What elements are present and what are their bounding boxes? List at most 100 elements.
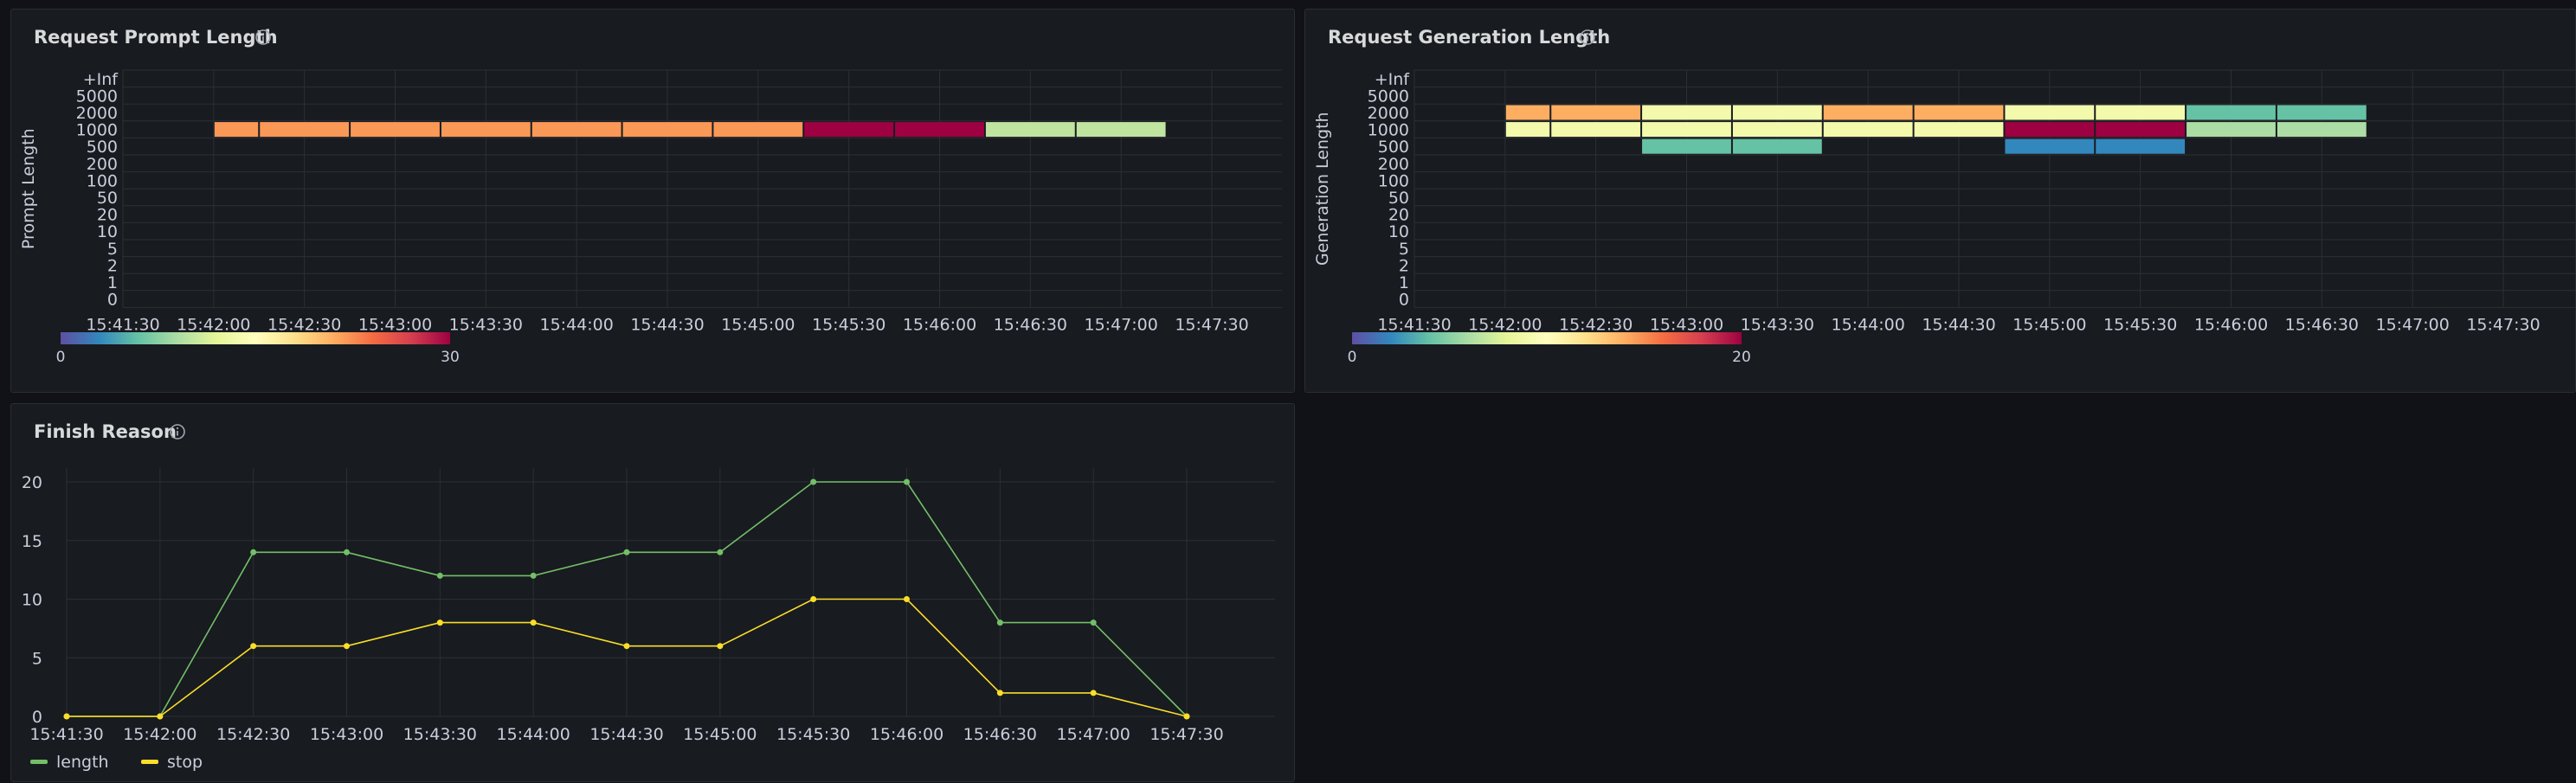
x-tick-label: 15:46:30 — [2285, 315, 2359, 334]
heatmap-cell — [1914, 105, 2004, 120]
heatmap-cell — [895, 122, 984, 138]
x-tick-label: 15:45:30 — [2103, 315, 2177, 334]
x-tick-label: 15:41:30 — [86, 315, 159, 334]
y-axis-label: Prompt Length — [19, 128, 38, 249]
x-tick-label: 15:47:30 — [1175, 315, 1248, 334]
finish-reason-panel: Finish Reason 0 5 10 15 20 15:41:30 15:42:00 15… — [10, 403, 1295, 782]
heatmap-cell — [441, 122, 531, 138]
y-tick-label: 100 — [1378, 171, 1409, 190]
y-tick-label: +Inf — [83, 70, 119, 89]
color-scale-min-label: 0 — [56, 349, 66, 366]
y-tick-label: 500 — [1378, 138, 1409, 157]
y-tick-label: 10 — [1388, 222, 1409, 241]
x-tick-label: 15:42:00 — [1468, 315, 1542, 334]
heatmap-cell — [1732, 105, 1822, 120]
y-axis-label: Generation Length — [1313, 112, 1332, 266]
color-scale-max-label: 30 — [441, 349, 460, 366]
heatmap-cell — [2277, 105, 2367, 120]
heatmap-cell — [1732, 138, 1822, 154]
heatmap-cell — [260, 122, 350, 138]
color-scale-max-label: 20 — [1732, 349, 1751, 366]
heatmap-cell — [2277, 122, 2367, 138]
heatmap-cell — [214, 122, 259, 138]
y-tick-label: 1000 — [1368, 121, 1409, 140]
x-tick-label: 15:45:00 — [721, 315, 795, 334]
legend-swatch-length — [30, 760, 48, 764]
y-tick-label: 10 — [97, 222, 118, 241]
heatmap-cell — [2186, 122, 2276, 138]
x-tick-label: 15:44:30 — [630, 315, 704, 334]
y-tick-label: 50 — [97, 189, 118, 208]
data-point-stop — [717, 643, 724, 650]
data-point-length — [810, 478, 817, 485]
x-tick-label: 15:46:00 — [903, 315, 976, 334]
heatmap-cell — [2005, 105, 2095, 120]
x-tick-label: 15:44:00 — [1831, 315, 1904, 334]
y-tick-label: 5 — [107, 240, 118, 259]
x-tick-label: 15:44:30 — [1922, 315, 1995, 334]
color-scale-min-label: 0 — [1348, 349, 1357, 366]
x-tick-label: 15:43:00 — [310, 725, 383, 744]
data-point-stop — [1183, 713, 1190, 720]
data-point-length — [344, 549, 350, 555]
data-point-stop — [904, 596, 910, 602]
y-tick-label: 1 — [1399, 273, 1409, 292]
y-tick-label: +Inf — [1375, 70, 1411, 89]
y-tick-label: 5000 — [76, 87, 118, 106]
heatmap-cell — [1642, 138, 1731, 154]
data-point-stop — [436, 619, 443, 626]
x-tick-label: 15:42:00 — [177, 315, 250, 334]
heatmap-cell — [2005, 138, 2095, 154]
y-tick-label: 5 — [32, 649, 42, 668]
data-point-length — [717, 549, 724, 555]
x-tick-label: 15:47:00 — [1084, 315, 1157, 334]
prompt-length-panel: Request Prompt Length 0 1 2 5 10 20 50 100 200 50… — [10, 9, 1295, 393]
x-tick-label: 15:43:00 — [358, 315, 432, 334]
heatmap-cell — [1551, 105, 1641, 120]
heatmap-cell — [1823, 122, 1913, 138]
x-tick-label: 15:43:00 — [1650, 315, 1723, 334]
x-tick-label: 15:46:00 — [870, 725, 943, 744]
x-tick-label: 15:42:30 — [216, 725, 290, 744]
x-tick-label: 15:46:30 — [963, 725, 1037, 744]
y-tick-label: 20 — [1388, 206, 1409, 225]
legend-item-stop[interactable]: stop — [167, 753, 203, 772]
finish-reason-line-chart[interactable]: 0 5 10 15 20 15:41:30 15:42:00 15:42:30 15:43:00… — [11, 404, 1296, 783]
heatmap-cell — [1505, 122, 1550, 138]
legend-item-length[interactable]: length — [56, 753, 109, 772]
data-point-stop — [996, 690, 1003, 696]
y-tick-label: 10 — [22, 591, 42, 610]
generation-length-panel: Request Generation Length 0 1 2 5 10 20 50 100 2… — [1304, 9, 2576, 393]
x-tick-label: 15:46:00 — [2194, 315, 2268, 334]
data-point-stop — [810, 596, 817, 602]
heatmap-cell — [1914, 122, 2004, 138]
y-tick-label: 500 — [87, 138, 118, 157]
y-tick-label: 100 — [87, 171, 118, 190]
x-tick-label: 15:45:00 — [2012, 315, 2086, 334]
heatmap-cell — [1505, 105, 1550, 120]
color-scale-bar — [1352, 332, 1742, 344]
heatmap-cell — [713, 122, 803, 138]
heatmap-cell — [2186, 105, 2276, 120]
data-point-stop — [250, 643, 257, 650]
x-tick-label: 15:42:00 — [123, 725, 196, 744]
y-tick-label: 1000 — [76, 121, 118, 140]
y-tick-label: 2 — [107, 256, 118, 275]
data-point-stop — [623, 643, 630, 650]
heatmap-cell — [2005, 122, 2095, 138]
y-tick-label: 20 — [97, 206, 118, 225]
generation-length-heatmap[interactable]: 0125102050100200500100020005000+InfGener… — [1305, 10, 2576, 394]
data-point-length — [250, 549, 257, 555]
y-tick-label: 0 — [1399, 291, 1409, 310]
heatmap-cell — [1823, 105, 1913, 120]
x-tick-label: 15:47:00 — [1056, 725, 1130, 744]
x-tick-label: 15:44:30 — [589, 725, 663, 744]
prompt-length-heatmap[interactable]: 0125102050100200500100020005000+InfPromp… — [11, 10, 1296, 394]
heatmap-cell — [622, 122, 712, 138]
data-point-length — [904, 478, 910, 485]
x-tick-label: 15:44:00 — [539, 315, 613, 334]
heatmap-cell — [2096, 138, 2186, 154]
y-tick-label: 200 — [87, 155, 118, 174]
data-point-stop — [530, 619, 537, 626]
x-tick-label: 15:47:00 — [2375, 315, 2449, 334]
